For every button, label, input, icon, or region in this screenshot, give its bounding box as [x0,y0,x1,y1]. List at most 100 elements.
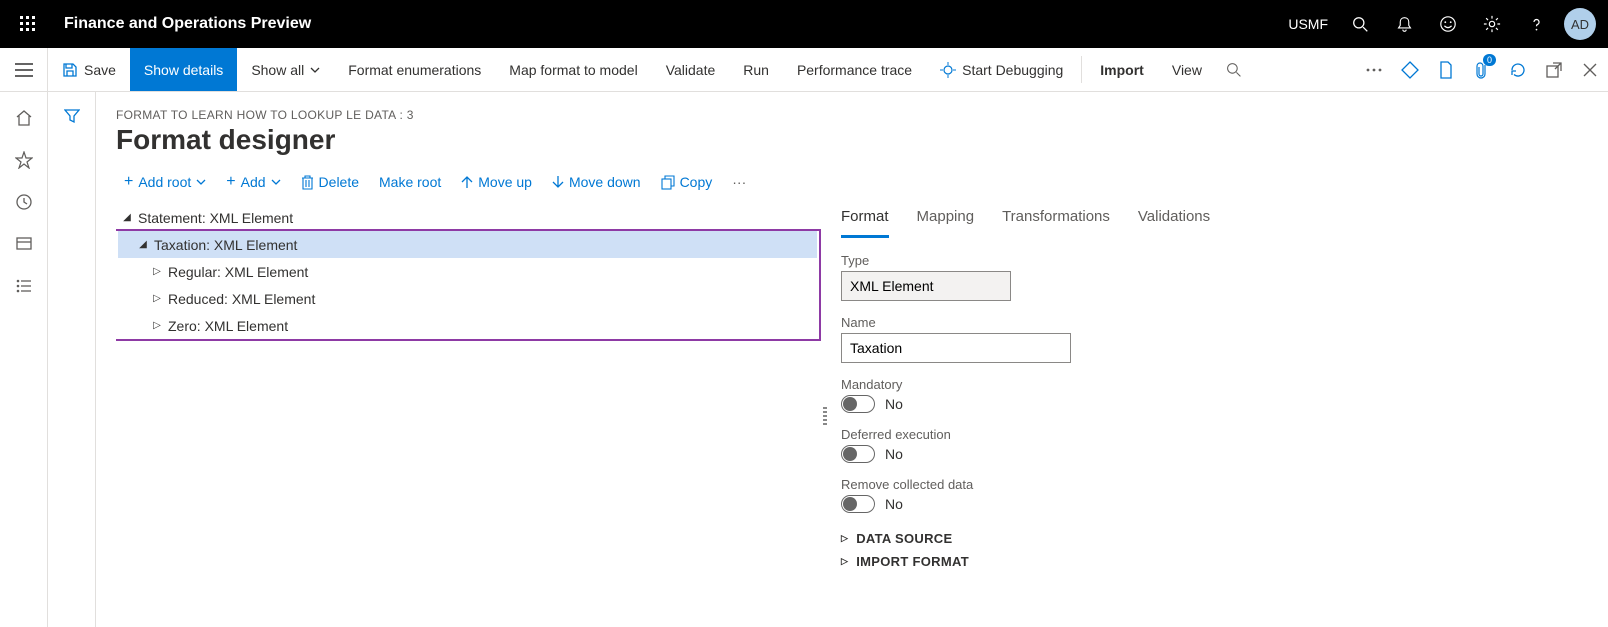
favorites-button[interactable] [0,140,48,180]
pane-resize-handle[interactable] [821,404,828,428]
more-icon [1366,68,1382,72]
workspaces-button[interactable] [0,224,48,264]
tree-node-reduced[interactable]: ▷Reduced: XML Element [118,285,817,312]
add-root-label: Add root [138,174,191,190]
app-launcher[interactable] [4,0,52,48]
show-details-label: Show details [144,62,223,78]
move-up-button[interactable]: Move up [453,170,540,194]
help-button[interactable] [1516,0,1556,48]
caret-down-icon: ◢ [136,239,150,250]
import-format-label: IMPORT FORMAT [856,554,969,569]
avatar[interactable]: AD [1564,8,1596,40]
expander-datasource[interactable]: ▷DATA SOURCE [841,527,1584,550]
field-name: Name [841,315,1584,363]
plus-icon: + [226,175,235,189]
move-down-button[interactable]: Move down [544,170,649,194]
copy-button[interactable]: Copy [653,170,721,194]
tree-node-statement[interactable]: ◢Statement: XML Element [116,204,821,231]
name-input[interactable] [841,333,1071,363]
feedback-button[interactable] [1428,0,1468,48]
run-label: Run [743,62,769,78]
side-rail [0,92,48,627]
chevron-down-icon [271,179,281,185]
attachments-button[interactable]: 0 [1464,48,1500,91]
two-pane: ◢Statement: XML Element ◢ Taxation: XML E… [116,204,1584,627]
show-all-label: Show all [251,62,304,78]
hamburger-icon [15,63,33,77]
tree-node-label: Statement: XML Element [138,210,293,226]
gear-icon [1483,15,1501,33]
make-root-button[interactable]: Make root [371,170,449,194]
filter-button[interactable] [48,100,95,132]
question-icon [1528,16,1545,33]
modules-button[interactable] [0,266,48,306]
home-button[interactable] [0,98,48,138]
refresh-button[interactable] [1500,48,1536,91]
run-button[interactable]: Run [729,48,783,91]
type-input[interactable] [841,271,1011,301]
tab-validations[interactable]: Validations [1138,204,1210,238]
star-icon [15,151,33,169]
highlighted-group: ◢Taxation: XML Element ▷Regular: XML Ele… [116,229,821,341]
mandatory-value: No [885,396,903,412]
tab-mapping[interactable]: Mapping [917,204,975,238]
tree-node-label: Reduced: XML Element [168,291,315,307]
toolbar-more[interactable]: ··· [724,170,754,194]
options-button[interactable] [1392,48,1428,91]
plus-icon: + [124,175,133,189]
settings-button[interactable] [1472,0,1512,48]
attachments-count: 0 [1483,54,1496,66]
tree-node-zero[interactable]: ▷ Zero: XML Element [118,312,817,339]
validate-button[interactable]: Validate [652,48,730,91]
tree-node-label: Taxation: XML Element [154,237,297,253]
remove-label: Remove collected data [841,477,1584,492]
import-button[interactable]: Import [1086,48,1158,91]
format-tree: ◢Statement: XML Element ◢ Taxation: XML E… [116,204,821,341]
chevron-down-icon [196,179,206,185]
tree-node-regular[interactable]: ▷Regular: XML Element [118,258,817,285]
popout-icon [1546,62,1562,78]
add-button[interactable]: +Add [218,170,288,194]
close-button[interactable] [1572,48,1608,91]
tab-format[interactable]: Format [841,204,889,238]
tree-node-taxation[interactable]: ◢ Taxation: XML Element [118,231,817,258]
tree-pane: ◢Statement: XML Element ◢ Taxation: XML E… [116,204,821,627]
type-label: Type [841,253,1584,268]
arrow-up-icon [461,175,473,189]
nav-toggle[interactable] [0,48,48,91]
move-up-label: Move up [478,174,532,190]
more-button[interactable] [1356,48,1392,91]
map-format-button[interactable]: Map format to model [495,48,651,91]
page-options-button[interactable] [1428,48,1464,91]
deferred-label: Deferred execution [841,427,1584,442]
tree-node-label: Regular: XML Element [168,264,308,280]
expander-import-format[interactable]: ▷IMPORT FORMAT [841,550,1584,573]
notifications-button[interactable] [1384,0,1424,48]
start-debugging-button[interactable]: Start Debugging [926,48,1077,91]
caret-right-icon: ▷ [150,320,164,331]
tree-node-label: Zero: XML Element [168,318,288,334]
view-button[interactable]: View [1158,48,1216,91]
find-button[interactable] [1216,48,1252,91]
close-icon [1583,63,1597,77]
popout-button[interactable] [1536,48,1572,91]
show-details-button[interactable]: Show details [130,48,237,91]
remove-toggle[interactable] [841,495,875,513]
mandatory-toggle[interactable] [841,395,875,413]
app-title: Finance and Operations Preview [64,15,311,33]
deferred-toggle[interactable] [841,445,875,463]
delete-button[interactable]: Delete [293,170,367,194]
tab-transformations[interactable]: Transformations [1002,204,1110,238]
search-button[interactable] [1340,0,1380,48]
show-all-button[interactable]: Show all [237,48,334,91]
company-code[interactable]: USMF [1288,16,1328,32]
performance-trace-button[interactable]: Performance trace [783,48,926,91]
add-root-button[interactable]: + Add root [116,170,214,194]
move-down-label: Move down [569,174,641,190]
copy-label: Copy [680,174,713,190]
field-mandatory: Mandatory No [841,377,1584,413]
save-button[interactable]: Save [48,48,130,91]
name-label: Name [841,315,1584,330]
format-enumerations-button[interactable]: Format enumerations [334,48,495,91]
recent-button[interactable] [0,182,48,222]
